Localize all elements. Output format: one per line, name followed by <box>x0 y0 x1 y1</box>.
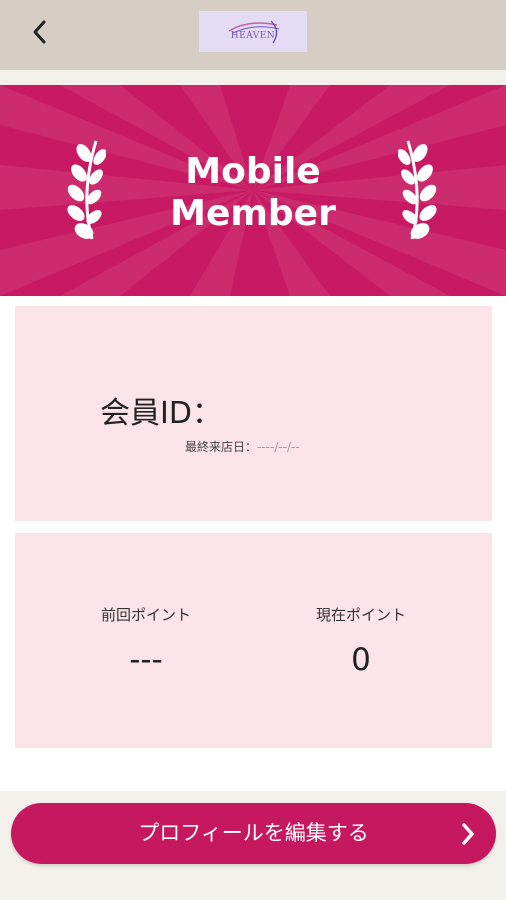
previous-points-label: 前回ポイント <box>100 606 191 624</box>
brand-logo: HEAVEN <box>199 11 307 52</box>
last-visit-row: 最終来店日：----/--/-- <box>185 438 300 455</box>
previous-points-value: --- <box>129 642 163 678</box>
edit-profile-label: プロフィールを編集する <box>138 821 369 845</box>
chevron-left-icon <box>33 20 46 44</box>
member-id-card <box>15 306 492 521</box>
back-button[interactable] <box>22 14 58 50</box>
logo-text: HEAVEN <box>230 31 276 41</box>
banner-title-line2: Member <box>170 193 336 234</box>
current-points-label: 現在ポイント <box>315 606 406 624</box>
member-id-label: 会員ID： <box>100 396 222 431</box>
last-visit-label: 最終来店日： <box>185 440 258 454</box>
mobile-member-banner: Mobile Member <box>0 85 506 296</box>
app-header: HEAVEN <box>0 0 506 70</box>
last-visit-value: ----/--/-- <box>257 440 300 454</box>
chevron-right-icon <box>462 823 474 845</box>
current-points-value: 0 <box>351 642 371 678</box>
banner-title-line1: Mobile <box>185 151 321 192</box>
points-card <box>15 533 492 748</box>
edit-profile-button[interactable]: プロフィールを編集する <box>11 803 496 864</box>
